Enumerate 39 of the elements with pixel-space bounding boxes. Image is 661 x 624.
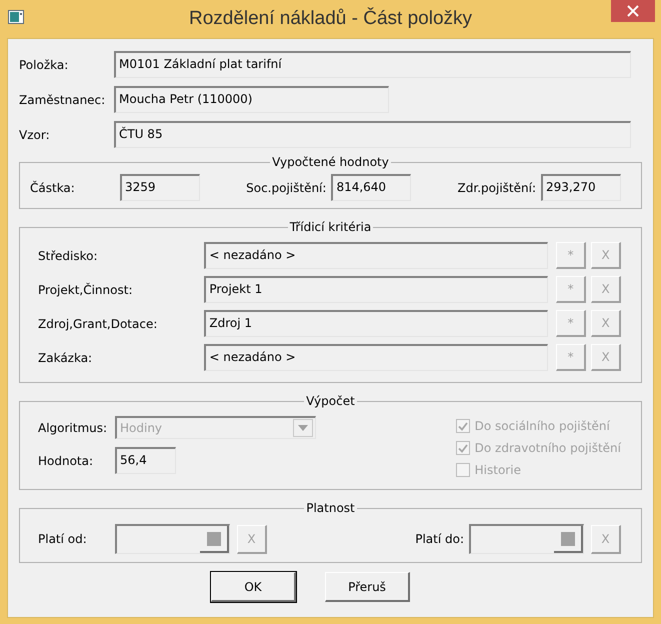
field-label: Hodnota: (38, 452, 94, 470)
field-label: Zdr.pojištění: (458, 180, 536, 196)
checkbox-label: Historie (474, 462, 521, 479)
field-label: Zaměstnanec: (19, 92, 106, 108)
group-title: Platnost (304, 501, 357, 515)
text-field[interactable]: M0101 Základní plat tarifní (114, 51, 631, 78)
close-button[interactable] (611, 0, 655, 22)
cancel-button[interactable]: Přeruš (325, 572, 410, 602)
field-label: Položka: (19, 56, 70, 74)
calendar-icon (560, 532, 574, 546)
group-title: Třídicí kritéria (288, 220, 374, 234)
group-title: Vypočtené hodnoty (270, 155, 391, 169)
field-label: Částka: (30, 180, 76, 196)
date-field[interactable] (469, 524, 584, 554)
field-label: Algoritmus: (38, 420, 108, 436)
ok-button[interactable]: OK (211, 572, 296, 602)
field-label: Zdroj,Grant,Dotace: (38, 316, 158, 332)
group-title: Výpočet (304, 394, 357, 408)
field-label: Platí od: (38, 531, 88, 548)
checkbox-label: Do zdravotního pojištění (474, 440, 621, 457)
date-field[interactable] (115, 524, 230, 554)
field-label: Projekt,Činnost: (38, 282, 134, 298)
readonly-field: 293,270 (540, 174, 621, 201)
field-label: Soc.pojištění: (246, 180, 326, 196)
text-field[interactable]: 56,4 (115, 447, 176, 474)
field-label: Platí do: (415, 531, 464, 548)
caret-icon (298, 425, 308, 431)
app-icon (8, 10, 24, 24)
calendar-icon (206, 532, 220, 546)
text-field[interactable]: Moucha Petr (110000) (114, 86, 389, 113)
field-label: Vzor: (19, 126, 51, 144)
field-label: Středisko: (38, 248, 98, 264)
readonly-field: 3259 (120, 174, 200, 201)
text-field[interactable]: ČTU 85 (114, 121, 631, 148)
checkbox-label: Do sociálního pojištění (474, 418, 610, 435)
readonly-field: 814,640 (331, 174, 412, 201)
window-title: Rozdělení nákladů - Část položky (188, 6, 474, 31)
field-label: Zakázka: (38, 350, 94, 366)
close-icon (627, 5, 639, 17)
